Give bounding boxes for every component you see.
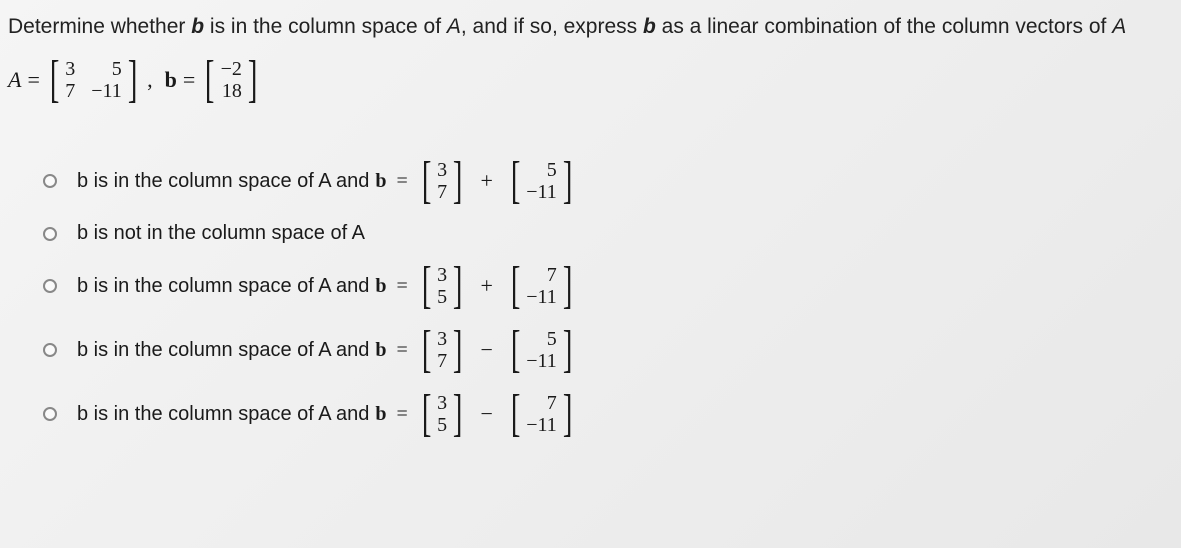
left-bracket-icon: [: [422, 394, 432, 434]
opt5-v2: [ 7 −11 ]: [507, 391, 576, 437]
cell: 3: [437, 160, 447, 180]
answer-options: b is in the column space of A and b = [ …: [8, 158, 1173, 437]
option-1[interactable]: b is in the column space of A and b = [ …: [43, 158, 1173, 204]
right-bracket-icon: ]: [128, 60, 138, 100]
cell: 3: [437, 393, 447, 413]
b-label: b: [165, 67, 177, 93]
right-bracket-icon: ]: [563, 266, 573, 306]
cell: −11: [526, 287, 557, 307]
equals-sign: =: [183, 67, 195, 93]
q-mid3: as a linear combination of the column ve…: [656, 15, 1112, 38]
opt3-v1: [ 3 5 ]: [418, 263, 467, 309]
left-bracket-icon: [: [205, 60, 215, 100]
right-bracket-icon: ]: [248, 60, 258, 100]
opt5-text: b is in the column space of A and: [77, 403, 369, 426]
plus-operator: +: [476, 273, 496, 299]
opt4-text: b is in the column space of A and: [77, 339, 369, 362]
comma: ,: [147, 67, 159, 93]
opt3-b: b: [375, 275, 386, 298]
A-r1c2: 5: [91, 59, 122, 79]
opt3-text: b is in the column space of A and: [77, 275, 369, 298]
plus-operator: +: [476, 168, 496, 194]
minus-operator: −: [476, 401, 496, 427]
option-2[interactable]: b is not in the column space of A: [43, 222, 1173, 245]
equals-sign: =: [397, 275, 408, 298]
option-4[interactable]: b is in the column space of A and b = [ …: [43, 327, 1173, 373]
cell: −11: [526, 351, 557, 371]
radio-icon[interactable]: [43, 279, 57, 293]
right-bracket-icon: ]: [563, 330, 573, 370]
q-A1: A: [447, 15, 461, 38]
cell: −11: [526, 182, 557, 202]
b-r1: −2: [221, 59, 242, 79]
right-bracket-icon: ]: [453, 394, 463, 434]
q-mid1: is in the column space of: [204, 15, 447, 38]
radio-icon[interactable]: [43, 407, 57, 421]
equals-sign: =: [27, 67, 39, 93]
left-bracket-icon: [: [422, 330, 432, 370]
right-bracket-icon: ]: [563, 161, 573, 201]
A-r1c1: 3: [65, 59, 75, 79]
opt4-b: b: [375, 339, 386, 362]
option-5[interactable]: b is in the column space of A and b = [ …: [43, 391, 1173, 437]
opt5-v1: [ 3 5 ]: [418, 391, 467, 437]
radio-icon[interactable]: [43, 343, 57, 357]
q-b2: b: [643, 15, 656, 38]
opt5-b: b: [375, 403, 386, 426]
equals-sign: =: [397, 339, 408, 362]
left-bracket-icon: [: [511, 330, 521, 370]
equals-sign: =: [397, 170, 408, 193]
left-bracket-icon: [: [422, 266, 432, 306]
cell: 5: [526, 329, 557, 349]
option-3[interactable]: b is in the column space of A and b = [ …: [43, 263, 1173, 309]
minus-operator: −: [476, 337, 496, 363]
radio-icon[interactable]: [43, 227, 57, 241]
opt2-text: b is not in the column space of A: [77, 222, 365, 245]
left-bracket-icon: [: [511, 161, 521, 201]
A-r2c1: 7: [65, 81, 75, 101]
cell: 5: [437, 415, 447, 435]
opt1-v1: [ 3 7 ]: [418, 158, 467, 204]
A-r2c2: −11: [91, 81, 122, 101]
opt4-v2: [ 5 −11 ]: [507, 327, 576, 373]
equals-sign: =: [397, 403, 408, 426]
opt1-b: b: [375, 170, 386, 193]
cell: −11: [526, 415, 557, 435]
cell: 3: [437, 265, 447, 285]
cell: 7: [526, 393, 557, 413]
radio-icon[interactable]: [43, 174, 57, 188]
left-bracket-icon: [: [422, 161, 432, 201]
opt4-v1: [ 3 7 ]: [418, 327, 467, 373]
q-b1: b: [191, 15, 204, 38]
cell: 7: [437, 182, 447, 202]
right-bracket-icon: ]: [563, 394, 573, 434]
A-label: A: [8, 67, 21, 93]
vector-b: [ −2 18 ]: [201, 57, 261, 103]
opt1-v2: [ 5 −11 ]: [507, 158, 576, 204]
matrix-A: [ 3 5 7 −11 ]: [46, 57, 141, 103]
cell: 5: [437, 287, 447, 307]
left-bracket-icon: [: [50, 60, 60, 100]
cell: 3: [437, 329, 447, 349]
left-bracket-icon: [: [511, 394, 521, 434]
cell: 5: [526, 160, 557, 180]
left-bracket-icon: [: [511, 266, 521, 306]
cell: 7: [526, 265, 557, 285]
q-mid2: , and if so, express: [461, 15, 643, 38]
q-prefix: Determine whether: [8, 15, 191, 38]
q-A2: A: [1112, 15, 1126, 38]
opt1-text: b is in the column space of A and: [77, 170, 369, 193]
opt3-v2: [ 7 −11 ]: [507, 263, 576, 309]
right-bracket-icon: ]: [453, 330, 463, 370]
right-bracket-icon: ]: [453, 161, 463, 201]
problem-setup: A = [ 3 5 7 −11 ] , b = [ −2 18 ]: [8, 57, 1173, 103]
b-r2: 18: [221, 81, 242, 101]
cell: 7: [437, 351, 447, 371]
question-prompt: Determine whether b is in the column spa…: [8, 15, 1173, 39]
right-bracket-icon: ]: [453, 266, 463, 306]
